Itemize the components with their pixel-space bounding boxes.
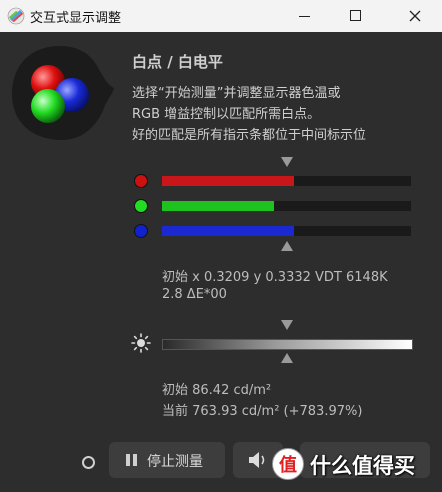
red-gain-fill	[162, 176, 294, 186]
description-line-3: 好的匹配是所有指示条都位于中间标示位	[132, 128, 367, 143]
red-dot-icon	[134, 174, 148, 188]
blue-dot-icon	[134, 224, 148, 238]
close-icon	[409, 10, 421, 22]
close-button[interactable]	[392, 0, 438, 32]
ring-icon	[82, 456, 95, 469]
blue-gain-bar	[162, 226, 411, 236]
watermark: 值 什么值得买	[270, 446, 436, 486]
initial-delta-e: 2.8 ΔE*00	[162, 287, 227, 302]
stop-measurement-label: 停止测量	[147, 454, 203, 470]
target-marker-top	[281, 157, 293, 167]
rgb-circles-logo	[12, 46, 114, 140]
sun-icon	[131, 333, 151, 353]
description-line-2: RGB 增益控制以匹配所需白点。	[132, 107, 321, 122]
target-marker-bottom	[281, 241, 293, 251]
current-luminance: 当前 763.93 cd/m² (+783.97%)	[162, 404, 363, 419]
brightness-bar	[162, 339, 413, 350]
window-title: 交互式显示调整	[30, 11, 122, 26]
stop-measurement-button[interactable]: 停止测量	[109, 442, 225, 478]
title-bar: 交互式显示调整	[0, 0, 442, 32]
svg-text:值: 值	[279, 454, 297, 476]
initial-luminance: 初始 86.42 cd/m²	[162, 383, 272, 398]
green-gain-bar	[162, 201, 411, 211]
page-title: 白点 / 白电平	[132, 53, 223, 71]
green-dot-icon	[134, 199, 148, 213]
initial-white-point: 初始 x 0.3209 y 0.3332 VDT 6148K	[162, 270, 388, 285]
watermark-text: 什么值得买	[310, 454, 415, 478]
description-line-1: 选择“开始测量”并调整显示器色温或	[132, 86, 341, 101]
minimize-icon	[299, 16, 310, 17]
maximize-button[interactable]	[336, 0, 382, 32]
pause-icon	[126, 454, 138, 466]
app-icon	[7, 7, 25, 25]
maximize-icon	[350, 10, 361, 21]
minimize-button[interactable]	[282, 0, 328, 32]
blue-gain-fill	[162, 226, 294, 236]
brightness-marker-top	[281, 320, 293, 330]
smzdm-logo: 值	[272, 448, 304, 480]
green-gain-fill	[162, 201, 275, 211]
red-gain-bar	[162, 176, 411, 186]
brightness-marker-bottom	[281, 353, 293, 363]
